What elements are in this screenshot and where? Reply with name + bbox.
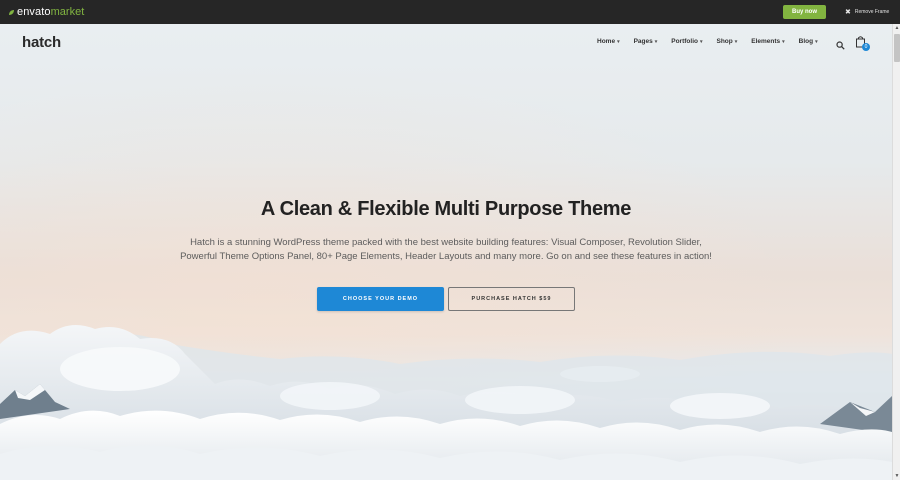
envato-logo-market: market (50, 6, 85, 18)
close-icon: ✖ (845, 9, 851, 16)
hero-description: Hatch is a stunning WordPress theme pack… (170, 236, 722, 264)
hero-description-line-1: Hatch is a stunning WordPress theme pack… (190, 237, 702, 248)
nav-item-label: Pages (633, 38, 653, 45)
nav-item-label: Shop (716, 38, 733, 45)
main-navigation: Home ▾ Pages ▾ Portfolio ▾ Shop ▾ Elements ▾ … (597, 38, 832, 45)
scroll-up-arrow-icon[interactable]: ▲ (894, 25, 900, 31)
buy-now-button[interactable]: Buy now (783, 5, 826, 19)
chevron-down-icon: ▾ (617, 38, 620, 45)
remove-frame-link[interactable]: ✖ Remove Frame (845, 7, 889, 17)
site-logo[interactable]: hatch (22, 34, 61, 51)
nav-item-label: Blog (798, 38, 814, 45)
scroll-thumb[interactable] (894, 34, 900, 62)
envato-logo-word: envato (17, 6, 51, 18)
nav-item-home[interactable]: Home ▾ (597, 38, 620, 45)
nav-item-label: Portfolio (671, 38, 698, 45)
cart-count-badge: 0 (862, 43, 870, 51)
nav-item-label: Elements (751, 38, 781, 45)
remove-frame-label: Remove Frame (854, 9, 890, 15)
chevron-down-icon: ▾ (815, 38, 818, 45)
nav-item-portfolio[interactable]: Portfolio ▾ (671, 38, 702, 45)
nav-item-blog[interactable]: Blog ▾ (799, 38, 818, 45)
envato-leaf-icon (8, 9, 15, 16)
scroll-down-arrow-icon[interactable]: ▼ (894, 473, 900, 479)
chevron-down-icon: ▾ (654, 38, 658, 45)
hero-section: hatch Home ▾ Pages ▾ Portfolio ▾ Shop ▾ Elem… (0, 24, 892, 480)
chevron-down-icon: ▾ (734, 38, 738, 45)
envato-top-bar: envato market Buy now ✖ Remove Frame (0, 0, 900, 24)
purchase-button[interactable]: PURCHASE HATCH $59 (448, 287, 575, 311)
chevron-down-icon: ▾ (782, 38, 785, 45)
nav-item-pages[interactable]: Pages ▾ (634, 38, 658, 45)
choose-demo-button[interactable]: CHOOSE YOUR DEMO (317, 287, 444, 311)
chevron-down-icon: ▾ (699, 38, 703, 45)
nav-item-elements[interactable]: Elements ▾ (751, 38, 784, 45)
nav-item-label: Home (597, 38, 616, 45)
nav-item-shop[interactable]: Shop ▾ (716, 38, 737, 45)
hero-description-line-2: Powerful Theme Options Panel, 80+ Page E… (180, 251, 712, 262)
search-icon[interactable] (836, 37, 845, 50)
envato-logo[interactable]: envato market (8, 6, 84, 18)
vertical-scrollbar[interactable]: ▲ ▼ (892, 24, 900, 480)
hero-title: A Clean & Flexible Multi Purpose Theme (260, 198, 632, 220)
